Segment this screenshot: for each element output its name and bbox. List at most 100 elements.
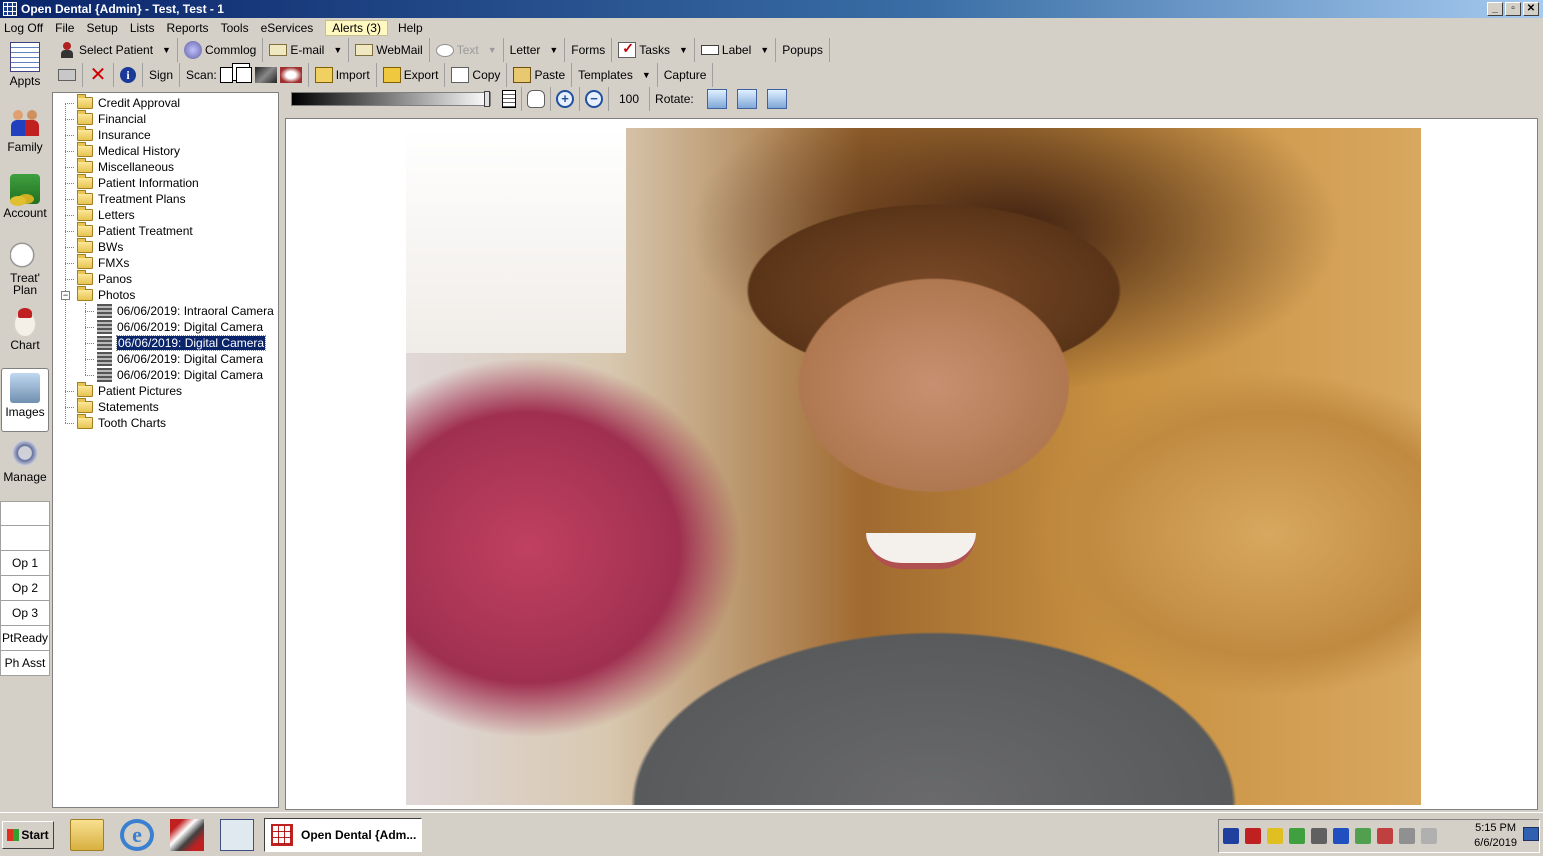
rotate-right-button[interactable] xyxy=(762,87,792,111)
module-manage[interactable]: Manage xyxy=(0,434,50,498)
label-button[interactable]: Label ▼ xyxy=(695,38,777,62)
slider-thumb[interactable] xyxy=(484,91,490,107)
delete-button[interactable]: ✕ xyxy=(83,63,114,87)
tree-folder-credit-approval[interactable]: Credit Approval xyxy=(77,94,180,111)
clock[interactable]: 5:15 PM 6/6/2019 xyxy=(1474,821,1517,851)
op-item-ph-asst[interactable]: Ph Asst xyxy=(0,651,50,676)
copy-button[interactable]: Copy xyxy=(445,63,508,87)
restore-button[interactable]: ▫ xyxy=(1505,2,1521,16)
chevron-down-icon[interactable]: ▼ xyxy=(549,45,558,55)
menu-alerts[interactable]: Alerts (3) xyxy=(325,20,388,36)
import-button[interactable]: Import xyxy=(309,63,377,87)
flip-button[interactable] xyxy=(732,87,762,111)
op-item-blank-1[interactable] xyxy=(0,501,50,526)
module-treat-plan[interactable]: Treat' Plan xyxy=(0,236,50,300)
vm-icon[interactable] xyxy=(1311,828,1327,844)
module-chart[interactable]: Chart xyxy=(0,302,50,366)
chevron-down-icon[interactable]: ▼ xyxy=(333,45,342,55)
chevron-down-icon[interactable]: ▼ xyxy=(679,45,688,55)
taskbar-open-dental[interactable]: Open Dental {Adm... xyxy=(264,818,422,852)
menu-help[interactable]: Help xyxy=(398,21,423,35)
file-explorer-icon[interactable] xyxy=(70,819,104,851)
chevron-down-icon[interactable]: ▼ xyxy=(162,45,171,55)
chevron-down-icon[interactable]: ▼ xyxy=(642,70,651,80)
module-appts[interactable]: Appts xyxy=(0,38,50,102)
minimize-button[interactable]: _ xyxy=(1487,2,1503,16)
rotate-left-button[interactable] xyxy=(702,87,732,111)
menu-file[interactable]: File xyxy=(55,21,74,35)
scan-document-icon[interactable] xyxy=(219,67,233,83)
tree-folder-insurance[interactable]: Insurance xyxy=(77,126,151,143)
collapse-toggle[interactable]: − xyxy=(61,291,70,300)
security-icon[interactable] xyxy=(1289,828,1305,844)
patient-photo[interactable] xyxy=(406,128,1421,805)
forms-button[interactable]: Forms xyxy=(565,38,613,62)
export-button[interactable]: Export xyxy=(377,63,446,87)
tree-folder-statements[interactable]: Statements xyxy=(77,398,159,415)
module-family[interactable]: Family xyxy=(0,104,50,168)
camera-icon[interactable] xyxy=(1333,828,1349,844)
tree-folder-photos[interactable]: Photos xyxy=(77,286,135,303)
scan-multipage-icon[interactable] xyxy=(235,67,252,83)
scan-photo-icon[interactable] xyxy=(279,67,302,83)
tree-document[interactable]: 06/06/2019: Digital Camera xyxy=(97,351,263,367)
select-patient-button[interactable]: Select Patient ▼ xyxy=(52,38,178,62)
sign-button[interactable]: Sign xyxy=(143,63,181,87)
tree-folder-patient-pictures[interactable]: Patient Pictures xyxy=(77,382,182,399)
module-account[interactable]: Account xyxy=(0,170,50,234)
menu-reports[interactable]: Reports xyxy=(167,21,209,35)
paste-button[interactable]: Paste xyxy=(507,63,573,87)
tasks-button[interactable]: Tasks▼ xyxy=(612,38,695,62)
alert-icon[interactable] xyxy=(1377,828,1393,844)
tree-folder-treatment-plans[interactable]: Treatment Plans xyxy=(77,190,186,207)
letter-button[interactable]: Letter ▼ xyxy=(504,38,566,62)
tree-folder-financial[interactable]: Financial xyxy=(77,110,146,127)
zoom-in-button[interactable]: + xyxy=(551,87,580,111)
tree-folder-letters[interactable]: Letters xyxy=(77,206,135,223)
menu-setup[interactable]: Setup xyxy=(86,21,117,35)
pan-button[interactable] xyxy=(522,87,551,111)
menu-log-off[interactable]: Log Off xyxy=(4,21,43,35)
print-button[interactable] xyxy=(52,63,83,87)
network-x-icon[interactable] xyxy=(1245,828,1261,844)
tree-document-selected[interactable]: 06/06/2019: Digital Camera xyxy=(97,335,267,351)
tree-folder-patient-information[interactable]: Patient Information xyxy=(77,174,199,191)
page-view-button[interactable] xyxy=(497,87,522,111)
volume-icon[interactable] xyxy=(1421,828,1437,844)
printer-tray-icon[interactable] xyxy=(1399,828,1415,844)
info-button[interactable]: i xyxy=(114,63,143,87)
op-item-op1[interactable]: Op 1 xyxy=(0,551,50,576)
op-item-ptready[interactable]: PtReady xyxy=(0,626,50,651)
op-item-blank-2[interactable] xyxy=(0,526,50,551)
module-images[interactable]: Images xyxy=(1,368,49,432)
network-icon[interactable] xyxy=(1355,828,1371,844)
window-app-icon[interactable] xyxy=(220,819,254,851)
menu-eservices[interactable]: eServices xyxy=(261,21,314,35)
op-item-op2[interactable]: Op 2 xyxy=(0,576,50,601)
remote-tool-icon[interactable] xyxy=(170,819,204,851)
tree-document[interactable]: 06/06/2019: Digital Camera xyxy=(97,367,263,383)
tree-folder-medical-history[interactable]: Medical History xyxy=(77,142,180,159)
tree-document[interactable]: 06/06/2019: Digital Camera xyxy=(97,319,263,335)
chevron-down-icon[interactable]: ▼ xyxy=(760,45,769,55)
scan-xray-icon[interactable] xyxy=(254,67,277,83)
tree-folder-miscellaneous[interactable]: Miscellaneous xyxy=(77,158,174,175)
popups-button[interactable]: Popups xyxy=(776,38,830,62)
key-icon[interactable] xyxy=(1223,828,1239,844)
start-button[interactable]: Start xyxy=(2,821,54,849)
tree-folder-patient-treatment[interactable]: Patient Treatment xyxy=(77,222,193,239)
tree-folder-panos[interactable]: Panos xyxy=(77,270,132,287)
ng-icon[interactable] xyxy=(1267,828,1283,844)
templates-button[interactable]: Templates ▼ xyxy=(572,63,658,87)
zoom-out-button[interactable]: − xyxy=(580,87,609,111)
menu-tools[interactable]: Tools xyxy=(221,21,249,35)
text-button[interactable]: Text ▼ xyxy=(430,38,504,62)
commlog-button[interactable]: Commlog xyxy=(178,38,264,62)
tree-folder-fmxs[interactable]: FMXs xyxy=(77,254,129,271)
op-item-op3[interactable]: Op 3 xyxy=(0,601,50,626)
email-button[interactable]: E-mail ▼ xyxy=(263,38,350,62)
zoom-value[interactable]: 100 xyxy=(609,87,651,111)
brightness-contrast-slider[interactable] xyxy=(291,91,491,107)
internet-explorer-icon[interactable]: e xyxy=(120,819,154,851)
close-button[interactable]: ✕ xyxy=(1523,2,1539,16)
